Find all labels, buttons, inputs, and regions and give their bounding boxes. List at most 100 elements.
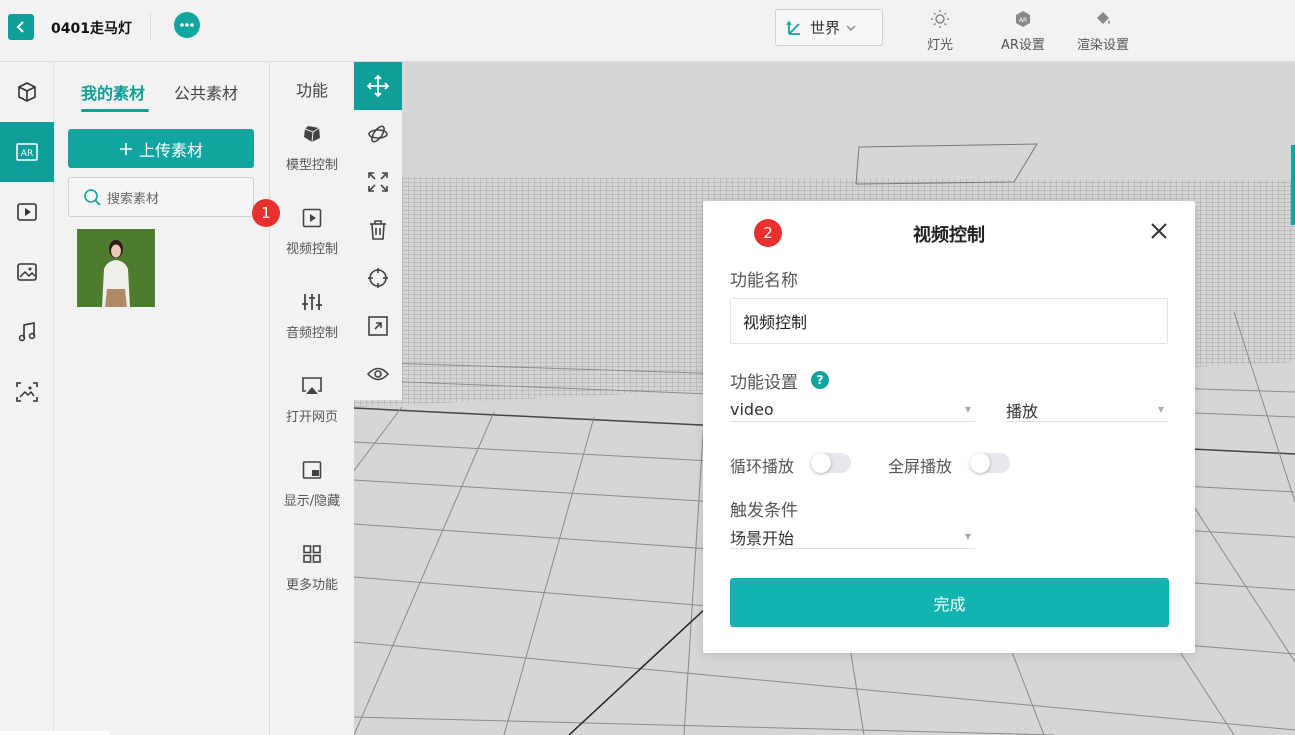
rail-item-video[interactable] — [0, 182, 54, 242]
function-panel-title: 功能 — [295, 81, 328, 100]
scale-tool[interactable] — [354, 158, 402, 206]
picture-in-picture-icon — [302, 461, 322, 479]
focus-tool[interactable] — [354, 254, 402, 302]
search-input[interactable]: 搜索素材 — [68, 177, 254, 217]
func-label: 打开网页 — [285, 410, 338, 425]
step-badge-1: 1 — [252, 199, 280, 227]
project-title: 0401走马灯 — [51, 21, 132, 37]
func-label: 音频控制 — [285, 326, 338, 341]
tab-public-assets[interactable]: 公共素材 — [174, 80, 238, 104]
func-label: 视频控制 — [285, 242, 338, 257]
grid-icon — [303, 545, 321, 563]
orbit-icon — [368, 125, 388, 143]
func-label: 模型控制 — [285, 158, 338, 173]
fullscreen-label: 全屏播放 — [888, 457, 953, 476]
svg-text:AR: AR — [21, 149, 33, 159]
search-icon — [84, 189, 101, 206]
help-icon[interactable]: ? — [811, 371, 829, 389]
rail-item-models[interactable] — [0, 62, 54, 122]
func-model-control[interactable]: 模型控制 — [270, 122, 354, 173]
function-name-input[interactable] — [730, 298, 1168, 344]
cube-icon — [18, 82, 36, 102]
top-bar: 0401走马灯 世界 灯光 AR AR设置 渲染设置 — [0, 0, 1295, 62]
trigger-select-value: 场景开始 — [730, 528, 795, 548]
plus-icon — [119, 142, 132, 155]
crosshair-icon — [368, 268, 388, 288]
svg-text:AR: AR — [1019, 17, 1027, 24]
func-video-control[interactable]: 视频控制 — [270, 206, 354, 257]
divider — [150, 14, 151, 40]
rail-item-ar-image[interactable] — [0, 362, 54, 422]
back-button[interactable] — [8, 14, 34, 40]
paint-bucket-icon — [1097, 12, 1110, 24]
move-icon — [366, 74, 390, 98]
chat-button[interactable] — [174, 12, 200, 38]
close-icon[interactable] — [1149, 221, 1169, 241]
target-select[interactable]: video ▼ — [730, 398, 975, 422]
rail-item-image[interactable] — [0, 242, 54, 302]
visibility-tool[interactable] — [354, 350, 402, 398]
caret-down-icon: ▼ — [964, 532, 971, 541]
chevron-left-icon — [16, 21, 24, 33]
rail-item-audio[interactable] — [0, 302, 54, 362]
caret-down-icon: ▼ — [964, 405, 971, 414]
trigger-label: 触发条件 — [730, 501, 798, 521]
scan-image-icon — [16, 382, 38, 402]
loop-toggle[interactable] — [811, 453, 851, 473]
left-rail: AR — [0, 62, 54, 735]
trigger-select[interactable]: 场景开始 ▼ — [730, 525, 975, 549]
image-icon — [17, 263, 37, 281]
action-select[interactable]: 播放 ▼ — [1006, 398, 1168, 422]
search-placeholder: 搜索素材 — [107, 191, 160, 207]
sliders-icon — [302, 294, 322, 310]
upload-label: 上传素材 — [138, 140, 203, 160]
func-more[interactable]: 更多功能 — [270, 542, 354, 593]
func-show-hide[interactable]: 显示/隐藏 — [270, 458, 354, 509]
transform-toolbar — [354, 62, 402, 400]
done-button[interactable]: 完成 — [730, 578, 1169, 627]
func-open-webpage[interactable]: 打开网页 — [270, 374, 354, 425]
move-tool[interactable] — [354, 62, 402, 110]
active-tab-indicator — [81, 109, 149, 112]
ar-settings-icon: AR — [1015, 11, 1030, 27]
axis-icon — [786, 20, 800, 35]
func-audio-control[interactable]: 音频控制 — [270, 290, 354, 341]
collapse-icon — [368, 316, 388, 336]
music-icon — [18, 322, 36, 342]
world-label: 世界 — [810, 19, 841, 37]
asset-thumbnail[interactable] — [77, 229, 155, 307]
render-settings-button[interactable]: 渲染设置 — [1077, 8, 1129, 53]
status-strip — [0, 731, 110, 735]
ar-settings-button[interactable]: AR AR设置 — [1001, 8, 1045, 53]
chevron-down-icon — [846, 25, 856, 31]
viewport-scrollbar[interactable] — [1291, 145, 1295, 225]
rotate-tool[interactable] — [354, 110, 402, 158]
presenter-video-thumbnail — [77, 229, 155, 307]
delete-tool[interactable] — [354, 206, 402, 254]
function-settings-label: 功能设置 — [730, 373, 798, 393]
ar-icon: AR — [16, 143, 38, 161]
lighting-label: 灯光 — [927, 38, 954, 53]
assets-panel: 我的素材 公共素材 上传素材 搜索素材 — [54, 62, 270, 735]
fullscreen-toggle[interactable] — [970, 453, 1010, 473]
coordinate-space-select[interactable]: 世界 — [775, 9, 883, 46]
trash-icon — [370, 220, 386, 240]
video-control-dialog: 2 视频控制 功能名称 功能设置 ? video ▼ 播放 ▼ 循环播放 全屏播… — [703, 201, 1195, 653]
render-settings-label: 渲染设置 — [1077, 38, 1130, 53]
video-play-icon — [302, 208, 322, 228]
sun-icon — [931, 10, 949, 28]
func-label: 更多功能 — [285, 578, 338, 593]
cube-icon — [304, 126, 320, 143]
upload-assets-button[interactable]: 上传素材 — [68, 129, 254, 168]
lighting-button[interactable]: 灯光 — [927, 8, 953, 53]
tab-my-assets[interactable]: 我的素材 — [81, 80, 145, 104]
chat-icon — [180, 23, 194, 27]
caret-down-icon: ▼ — [1157, 405, 1164, 414]
action-select-value: 播放 — [1006, 401, 1039, 421]
target-select-value: video — [730, 400, 774, 419]
rail-item-ar[interactable]: AR — [0, 122, 54, 182]
fit-tool[interactable] — [354, 302, 402, 350]
loop-label: 循环播放 — [730, 457, 795, 476]
airplay-icon — [302, 377, 322, 394]
function-name-label: 功能名称 — [730, 271, 798, 291]
